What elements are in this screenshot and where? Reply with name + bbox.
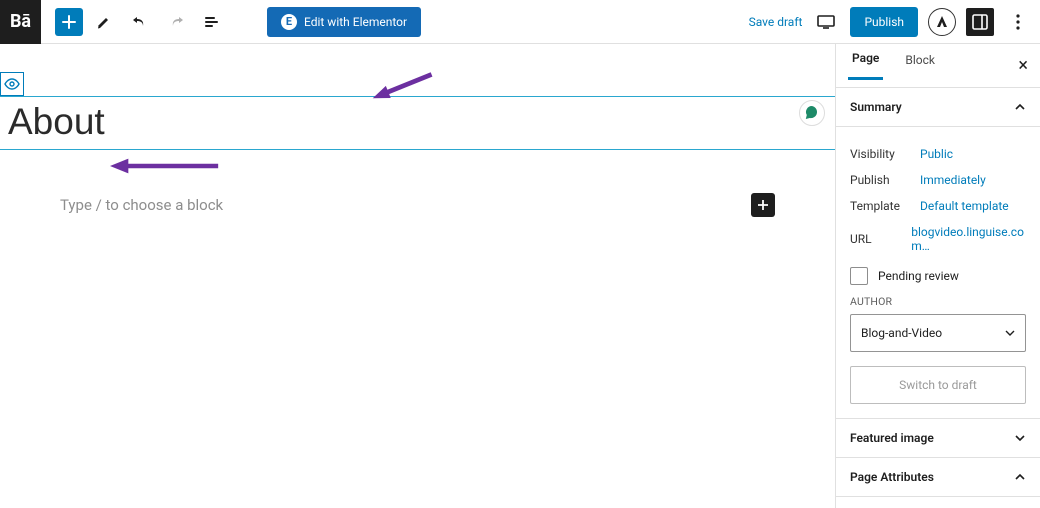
summary-panel-body: Visibility Public Publish Immediately Te… — [836, 127, 1040, 419]
author-label: AUTHOR — [850, 295, 1026, 308]
panel-icon — [971, 13, 989, 31]
pending-review-checkbox[interactable]: Pending review — [850, 267, 1026, 285]
list-icon — [203, 13, 221, 31]
astra-icon[interactable] — [928, 8, 956, 36]
title-block — [0, 96, 835, 150]
pending-review-label: Pending review — [878, 269, 959, 283]
url-label: URL — [850, 232, 911, 246]
close-sidebar-button[interactable]: × — [1018, 55, 1028, 76]
add-block-button[interactable] — [55, 8, 83, 36]
author-value: Blog-and-Video — [861, 326, 942, 340]
settings-panel-toggle[interactable] — [966, 8, 994, 36]
elementor-icon: E — [281, 14, 297, 30]
chevron-down-icon — [1014, 432, 1026, 444]
grammar-check-badge[interactable] — [799, 100, 825, 126]
annotation-arrow-title — [110, 152, 220, 180]
visibility-value[interactable]: Public — [920, 147, 953, 161]
page-title-input[interactable] — [0, 96, 835, 150]
settings-sidebar: Page Block × Summary Visibility Public P… — [835, 44, 1040, 508]
editor-canvas: Type / to choose a block — [0, 44, 835, 508]
more-options-button[interactable] — [1004, 8, 1032, 36]
block-inserter-button[interactable] — [751, 193, 775, 217]
chevron-down-icon — [1005, 328, 1015, 338]
template-label: Template — [850, 199, 920, 213]
edit-with-elementor-button[interactable]: E Edit with Elementor — [267, 7, 421, 37]
kebab-icon — [1016, 13, 1020, 31]
site-logo[interactable]: Bā — [0, 0, 41, 44]
page-attributes-panel-header[interactable]: Page Attributes — [836, 458, 1040, 497]
publish-button[interactable]: Publish — [850, 7, 918, 37]
chevron-up-icon — [1014, 101, 1026, 113]
page-attributes-heading: Page Attributes — [850, 470, 934, 484]
featured-image-panel-header[interactable]: Featured image — [836, 419, 1040, 458]
summary-panel-header[interactable]: Summary — [836, 88, 1040, 127]
plus-icon — [61, 14, 77, 30]
summary-heading: Summary — [850, 100, 902, 114]
publish-label: Publish — [850, 173, 920, 187]
empty-block[interactable]: Type / to choose a block — [60, 196, 775, 214]
template-value[interactable]: Default template — [920, 199, 1009, 213]
chat-icon — [804, 105, 820, 121]
tab-block[interactable]: Block — [901, 53, 939, 79]
redo-icon — [167, 13, 185, 31]
block-placeholder-text: Type / to choose a block — [60, 196, 223, 214]
undo-icon — [131, 13, 149, 31]
tab-page[interactable]: Page — [848, 51, 883, 80]
chevron-up-icon — [1014, 471, 1026, 483]
plus-icon — [756, 198, 770, 212]
document-overview-button[interactable] — [197, 7, 227, 37]
page-attributes-body: PARENT × — [836, 497, 1040, 508]
save-draft-link[interactable]: Save draft — [749, 15, 803, 29]
switch-to-draft-button[interactable]: Switch to draft — [850, 366, 1026, 404]
visibility-indicator[interactable] — [0, 72, 24, 96]
top-toolbar: Bā E Edit with Elementor Save draf — [0, 0, 1040, 44]
author-select[interactable]: Blog-and-Video — [850, 314, 1026, 352]
checkbox-icon — [850, 267, 868, 285]
edit-mode-button[interactable] — [89, 7, 119, 37]
eye-icon — [4, 78, 20, 90]
desktop-icon — [816, 14, 836, 30]
featured-image-heading: Featured image — [850, 431, 934, 445]
preview-button[interactable] — [812, 8, 840, 36]
url-value[interactable]: blogvideo.linguise.com… — [911, 225, 1026, 253]
redo-button[interactable] — [161, 7, 191, 37]
sidebar-tabs: Page Block × — [836, 44, 1040, 88]
pencil-icon — [95, 13, 113, 31]
elementor-label: Edit with Elementor — [304, 15, 407, 29]
visibility-label: Visibility — [850, 147, 920, 161]
publish-value[interactable]: Immediately — [920, 173, 986, 187]
undo-button[interactable] — [125, 7, 155, 37]
